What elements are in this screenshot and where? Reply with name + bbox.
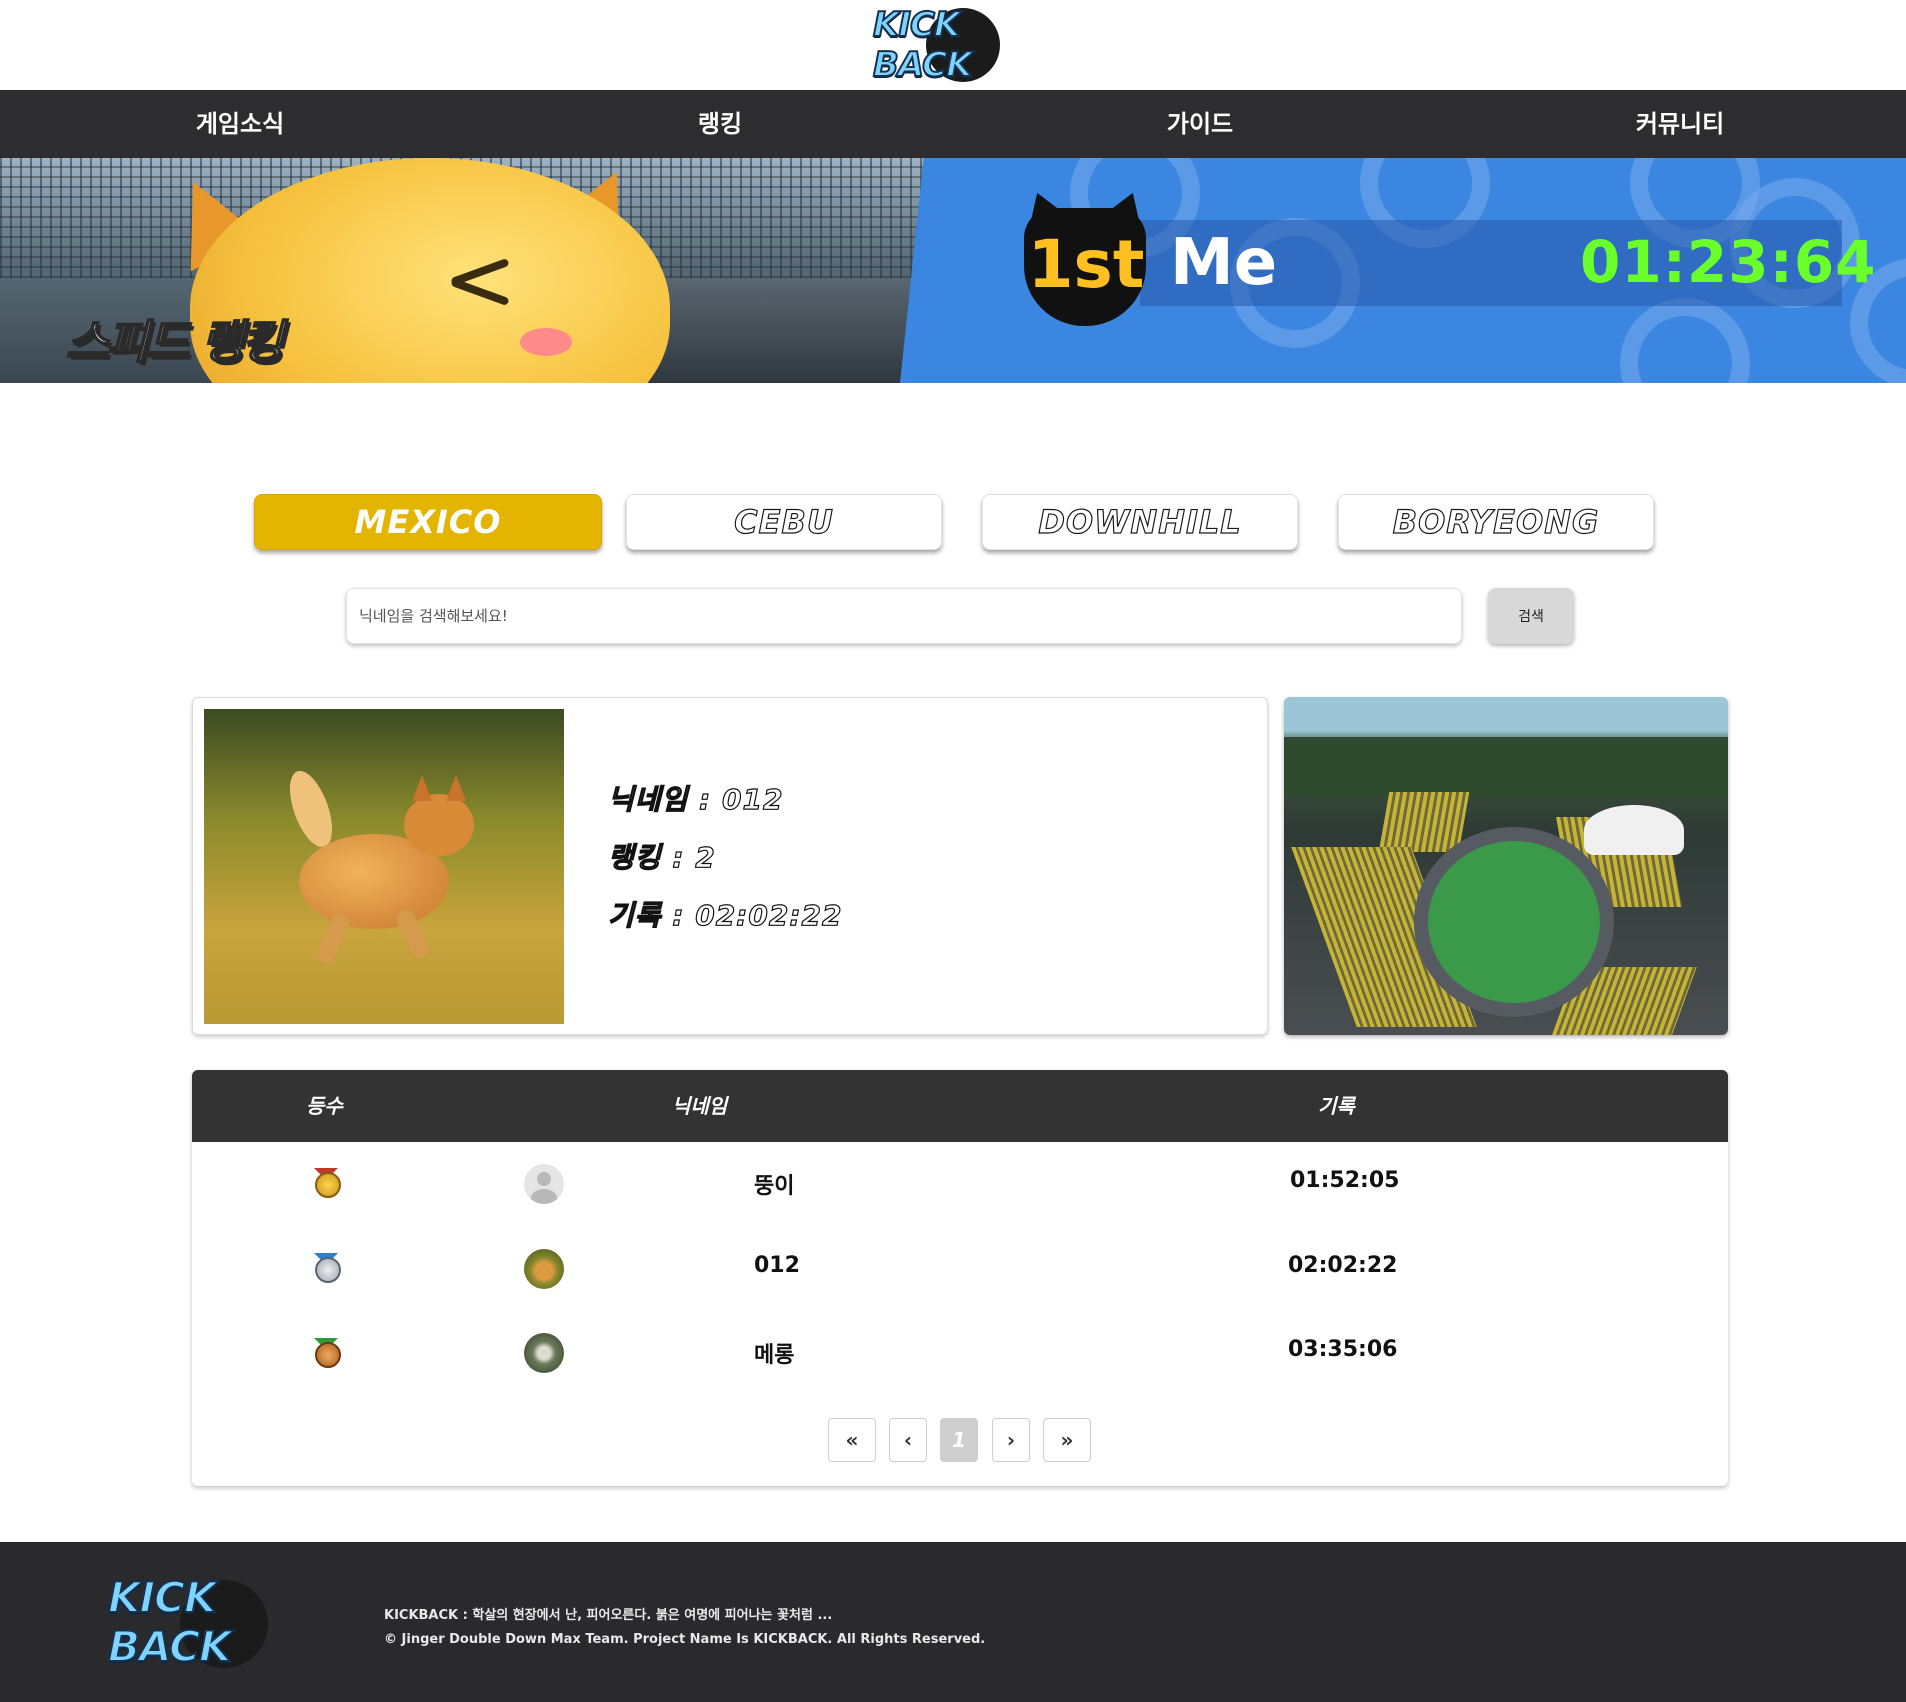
avatar xyxy=(524,1164,564,1204)
tab-mexico[interactable]: MEXICO xyxy=(254,494,602,550)
site-logo[interactable]: KICK BACK xyxy=(872,4,1053,86)
top-rank-time: 01:23:64 xyxy=(1580,228,1877,296)
dog-leg xyxy=(314,912,352,966)
dog-ear xyxy=(446,775,466,801)
footer-copyright: © Jinger Double Down Max Team. Project N… xyxy=(384,1632,986,1647)
profile-nickname: 닉네임 : 012 xyxy=(607,782,784,816)
default-user-icon xyxy=(537,1172,551,1186)
silver-medal-icon xyxy=(315,1257,341,1283)
search-button[interactable]: 검색 xyxy=(1488,588,1574,644)
top-rank-name: Me xyxy=(1170,226,1278,300)
nav-item-news[interactable]: 게임소식 xyxy=(90,90,390,158)
next-page-button[interactable]: › xyxy=(992,1418,1030,1462)
footer-logo-text: KICK BACK xyxy=(107,1572,233,1672)
footer-tagline: KICKBACK : 학살의 현장에서 난, 피어오른다. 붉은 여명에 피어나… xyxy=(384,1608,833,1623)
row-record: 02:02:22 xyxy=(1288,1253,1398,1278)
mascot-blush xyxy=(520,328,572,356)
dog-ear xyxy=(412,775,432,801)
column-header-nickname: 닉네임 xyxy=(672,1094,728,1118)
table-header xyxy=(192,1070,1728,1142)
tab-cebu[interactable]: CEBU xyxy=(626,494,942,550)
bronze-medal-icon xyxy=(315,1342,341,1368)
footer-logo[interactable]: KICK BACK xyxy=(107,1572,348,1672)
player-photo xyxy=(204,709,564,1024)
last-page-button[interactable]: » xyxy=(1043,1418,1091,1462)
site-footer: KICK BACK KICKBACK : 학살의 현장에서 난, 피어오른다. … xyxy=(0,1542,1906,1702)
table-row[interactable] xyxy=(192,1310,1728,1394)
site-header: KICK BACK xyxy=(0,0,1906,90)
track-ground xyxy=(1284,737,1728,797)
table-row[interactable] xyxy=(192,1226,1728,1310)
ranking-banner: 스피드 랭킹 1st Me 01:23:64 xyxy=(0,158,1906,383)
column-header-rank: 등수 xyxy=(306,1094,343,1118)
dog-tail xyxy=(281,765,341,853)
prev-page-button[interactable]: ‹ xyxy=(889,1418,927,1462)
row-record: 03:35:06 xyxy=(1288,1337,1398,1362)
first-page-button[interactable]: « xyxy=(828,1418,876,1462)
banner-title: 스피드 랭킹 xyxy=(65,314,285,370)
table-row[interactable] xyxy=(192,1142,1728,1226)
profile-ranking: 랭킹 : 2 xyxy=(607,840,716,874)
dog-head xyxy=(404,794,474,856)
tab-downhill[interactable]: DOWNHILL xyxy=(982,494,1298,550)
row-nickname: 012 xyxy=(754,1253,800,1278)
nickname-search-input[interactable] xyxy=(346,588,1462,644)
column-header-record: 기록 xyxy=(1318,1094,1355,1118)
track-map-image xyxy=(1284,697,1728,1035)
avatar xyxy=(524,1333,564,1373)
row-record: 01:52:05 xyxy=(1290,1168,1400,1193)
main-nav: 게임소식 랭킹 가이드 커뮤니티 xyxy=(0,90,1906,158)
stand-roof xyxy=(1584,805,1684,855)
current-page-button[interactable]: 1 xyxy=(940,1418,978,1462)
top-rank-position: 1st xyxy=(1027,226,1145,303)
nav-item-guide[interactable]: 가이드 xyxy=(1050,90,1350,158)
nav-item-ranking[interactable]: 랭킹 xyxy=(570,90,870,158)
profile-record: 기록 : 02:02:22 xyxy=(607,898,843,932)
nav-item-community[interactable]: 커뮤니티 xyxy=(1530,90,1830,158)
grandstand xyxy=(1378,792,1470,852)
default-user-body xyxy=(531,1189,557,1204)
logo-text: KICK BACK xyxy=(872,4,973,86)
tab-boryeong[interactable]: BORYEONG xyxy=(1338,494,1654,550)
row-nickname: 메롱 xyxy=(754,1343,795,1368)
race-track xyxy=(1414,827,1614,1017)
avatar xyxy=(524,1249,564,1289)
row-nickname: 뚱이 xyxy=(754,1174,795,1199)
gold-medal-icon xyxy=(315,1172,341,1198)
